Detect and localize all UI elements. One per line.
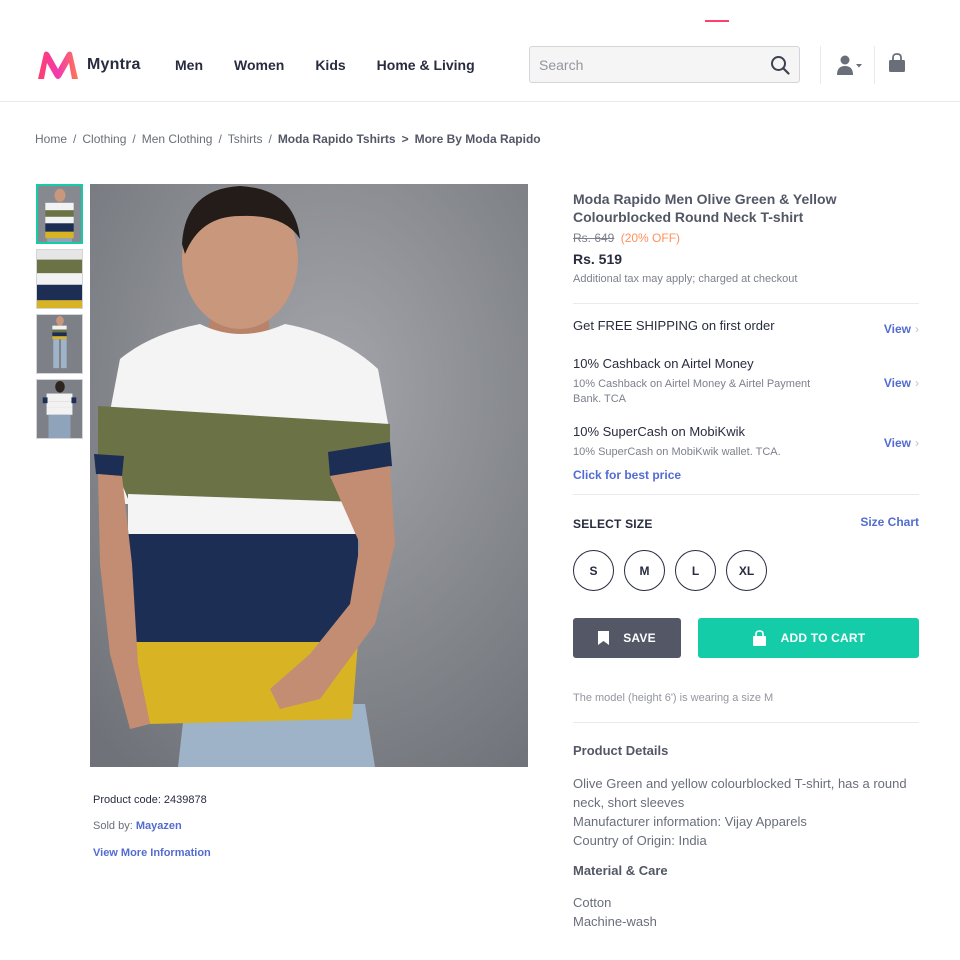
breadcrumb-separator: /: [218, 132, 222, 146]
material-care-heading: Material & Care: [573, 863, 668, 878]
size-header: SELECT SIZE Size Chart: [573, 515, 919, 531]
product-details-heading: Product Details: [573, 743, 669, 758]
size-options: S M L XL: [573, 550, 919, 591]
details-line: Country of Origin: India: [573, 833, 707, 848]
bag-icon: [752, 629, 766, 646]
offer-title: Get FREE SHIPPING on first order: [573, 318, 775, 333]
price-row: Rs. 649 (20% OFF): [573, 231, 919, 245]
breadcrumb: Home / Clothing / Men Clothing / Tshirts…: [35, 132, 541, 146]
header-divider: [874, 46, 875, 84]
save-label: SAVE: [623, 631, 656, 645]
profile-icon[interactable]: [836, 54, 862, 76]
offer-airtel-cashback: 10% Cashback on Airtel Money 10% Cashbac…: [573, 356, 919, 410]
offer-view-label: View: [883, 322, 911, 336]
search-input[interactable]: [539, 55, 764, 75]
product-title: Moda Rapido Men Olive Green & Yellow Col…: [573, 191, 837, 225]
nav-home-living[interactable]: Home & Living: [377, 57, 475, 73]
offer-view-label: View: [883, 436, 911, 450]
offer-description: 10% SuperCash on MobiKwik wallet. TCA.: [573, 446, 781, 458]
offer-free-shipping: Get FREE SHIPPING on first order View ›: [573, 318, 919, 342]
product-details-text: Olive Green and yellow colourblocked T-s…: [573, 774, 919, 850]
breadcrumb-separator: /: [73, 132, 77, 146]
offer-view-link[interactable]: View ›: [884, 376, 919, 390]
offer-mobikwik-supercash: 10% SuperCash on MobiKwik 10% SuperCash …: [573, 424, 919, 462]
add-to-cart-button[interactable]: ADD TO CART: [698, 618, 919, 658]
breadcrumb-more-by-brand[interactable]: More By Moda Rapido: [415, 132, 541, 146]
breadcrumb-men-clothing[interactable]: Men Clothing: [142, 132, 213, 146]
breadcrumb-separator: /: [268, 132, 272, 146]
size-chart-link[interactable]: Size Chart: [860, 515, 919, 529]
myntra-logo[interactable]: [36, 49, 80, 81]
product-info-panel: Moda Rapido Men Olive Green & Yellow Col…: [573, 190, 919, 931]
site-header: Myntra Men Women Kids Home & Living: [0, 0, 960, 102]
seller-link[interactable]: Mayazen: [136, 820, 182, 832]
nav-women[interactable]: Women: [234, 57, 284, 73]
discount-badge: (20% OFF): [620, 231, 681, 245]
material-line: Machine-wash: [573, 914, 657, 929]
offer-view-link[interactable]: View ›: [884, 436, 919, 450]
best-price-link[interactable]: Click for best price: [573, 468, 919, 482]
search-icon[interactable]: [770, 55, 790, 75]
thumbnail-back[interactable]: [36, 379, 83, 439]
size-button-l[interactable]: L: [675, 550, 716, 591]
product-main-image[interactable]: [90, 184, 528, 767]
breadcrumb-clothing[interactable]: Clothing: [82, 132, 126, 146]
mrp-price: Rs. 649: [573, 231, 615, 245]
nav-men[interactable]: Men: [175, 57, 203, 73]
size-button-xl[interactable]: XL: [726, 550, 767, 591]
save-button[interactable]: SAVE: [573, 618, 681, 658]
selling-price: Rs. 519: [573, 251, 623, 267]
offer-title: 10% Cashback on Airtel Money: [573, 356, 754, 371]
breadcrumb-arrow: >: [401, 132, 409, 146]
breadcrumb-tshirts[interactable]: Tshirts: [228, 132, 263, 146]
model-size-note: The model (height 6') is wearing a size …: [573, 692, 774, 704]
brand-name[interactable]: Myntra: [87, 56, 141, 74]
main-nav: Men Women Kids Home & Living: [175, 57, 475, 73]
size-button-s[interactable]: S: [573, 550, 614, 591]
details-line: Manufacturer information: Vijay Apparels: [573, 814, 807, 829]
offer-description: 10% Cashback on Airtel Money & Airtel Pa…: [573, 378, 811, 405]
section-divider: [573, 303, 919, 304]
bag-icon[interactable]: [888, 53, 906, 73]
thumbnail-side[interactable]: [36, 314, 83, 374]
section-divider: [573, 494, 919, 495]
offer-view-label: View: [883, 376, 911, 390]
tax-note: Additional tax may apply; charged at che…: [573, 273, 798, 285]
chevron-right-icon: ›: [915, 436, 919, 450]
breadcrumb-home[interactable]: Home: [35, 132, 67, 146]
thumbnail-list: [36, 184, 83, 444]
view-more-information-link[interactable]: View More Information: [93, 847, 211, 859]
details-line: Olive Green and yellow colourblocked T-s…: [573, 776, 907, 810]
breadcrumb-separator: /: [132, 132, 136, 146]
breadcrumb-current: Moda Rapido Tshirts: [277, 132, 396, 146]
action-buttons: SAVE ADD TO CART: [573, 618, 919, 658]
thumbnail-front[interactable]: [36, 184, 83, 244]
thumbnail-closeup[interactable]: [36, 249, 83, 309]
material-line: Cotton: [573, 895, 612, 910]
section-divider: [573, 722, 919, 723]
offer-title: 10% SuperCash on MobiKwik: [573, 424, 745, 439]
sold-by-label: Sold by:: [93, 820, 133, 832]
size-button-m[interactable]: M: [624, 550, 665, 591]
chevron-right-icon: ›: [915, 322, 919, 336]
offer-view-link[interactable]: View ›: [884, 322, 919, 336]
product-code: Product code: 2439878: [93, 794, 207, 806]
header-divider: [820, 46, 821, 84]
select-size-label: SELECT SIZE: [573, 517, 653, 531]
bookmark-icon: [598, 631, 610, 645]
search-box[interactable]: [529, 46, 800, 83]
chevron-right-icon: ›: [915, 376, 919, 390]
material-care-text: Cotton Machine-wash: [573, 893, 919, 931]
add-to-cart-label: ADD TO CART: [780, 631, 866, 645]
nav-kids[interactable]: Kids: [315, 57, 345, 73]
sold-by: Sold by: Mayazen: [93, 820, 182, 832]
